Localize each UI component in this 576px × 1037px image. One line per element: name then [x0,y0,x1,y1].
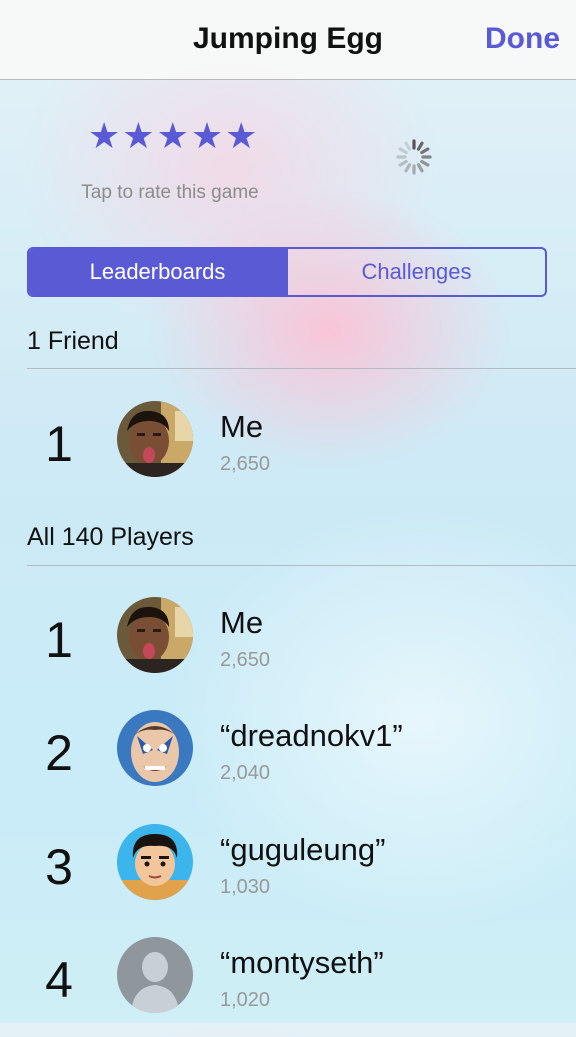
photo-avatar-icon [117,401,193,477]
leaderboard-row[interactable]: 3 “guguleung” 1,030 [0,824,576,924]
navigation-bar: Jumping Egg Done [0,0,576,80]
divider [27,368,576,369]
rank-number: 2 [45,725,73,781]
cartoon-avatar-icon [117,824,193,900]
player-name: “dreadnokv1” [220,718,403,753]
friends-section-header: 1 Friend [27,327,119,355]
rank-number: 4 [45,952,73,1008]
player-name: “guguleung” [220,832,386,867]
star-icon[interactable]: ★ [122,116,154,156]
player-name: Me [220,409,264,444]
rate-hint: Tap to rate this game [81,182,259,203]
rating-stars[interactable]: ★ ★ ★ ★ ★ [88,116,257,156]
caricature-avatar-icon [117,710,193,786]
default-person-avatar-icon [117,937,193,1013]
tab-leaderboards[interactable]: Leaderboards [29,249,286,295]
done-button[interactable]: Done [485,22,560,56]
player-name: Me [220,605,264,640]
player-score: 2,650 [220,649,271,671]
star-icon[interactable]: ★ [225,116,257,156]
leaderboard-row[interactable]: 1 Me 2,650 [0,597,576,697]
leaderboard-row[interactable]: 4 “montyseth” 1,020 [0,937,576,1037]
divider [27,565,576,566]
segmented-control: Leaderboards Challenges [27,247,547,297]
leaderboard-row[interactable]: 1 Me 2,650 [0,401,576,501]
player-score: 2,650 [220,453,271,475]
star-icon[interactable]: ★ [191,116,223,156]
leaderboard-row[interactable]: 2 “dreadnokv1” 2,040 [0,710,576,810]
player-score: 1,020 [220,989,271,1011]
star-icon[interactable]: ★ [157,116,189,156]
all-players-section-header: All 140 Players [27,523,194,551]
rank-number: 3 [45,839,73,895]
player-score: 1,030 [220,876,271,898]
rank-number: 1 [45,612,73,668]
player-score: 2,040 [220,762,271,784]
tab-challenges[interactable]: Challenges [286,249,545,295]
loading-spinner-icon [394,137,434,177]
player-name: “montyseth” [220,945,384,980]
photo-avatar-icon [117,597,193,673]
rank-number: 1 [45,416,73,472]
star-icon[interactable]: ★ [88,116,120,156]
